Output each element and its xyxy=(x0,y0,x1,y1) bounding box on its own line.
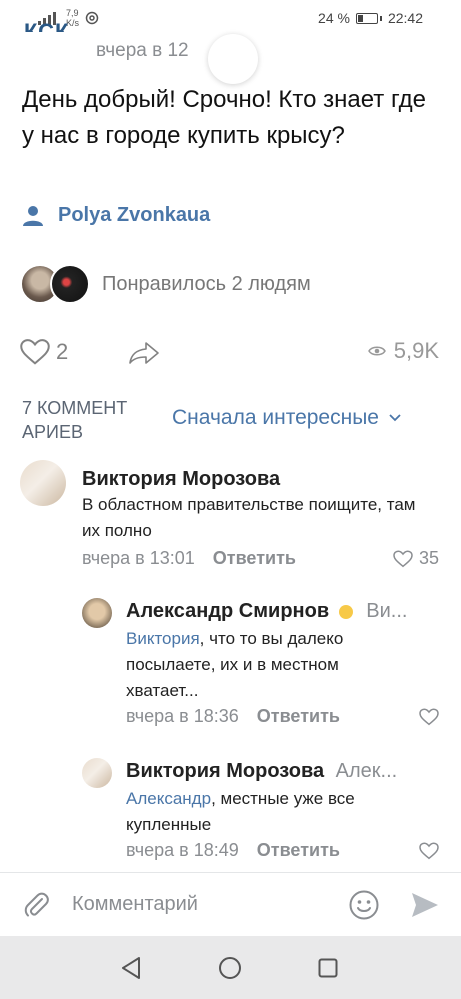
comment-meta: вчера в 13:01 Ответить xyxy=(82,548,296,569)
comment-like-button[interactable] xyxy=(419,842,439,860)
comment-time: вчера в 18:36 xyxy=(126,706,239,726)
reply-button[interactable]: Ответить xyxy=(257,706,340,727)
comment-author[interactable]: Александр Смирнов Ви... xyxy=(126,600,441,623)
avatar[interactable] xyxy=(82,598,112,628)
comment-author-name: Виктория Морозова xyxy=(126,760,325,782)
comment-composer: Комментарий xyxy=(0,872,461,935)
post-text: День добрый! Срочно! Кто знает где у нас… xyxy=(22,86,426,149)
liked-by-text: Понравилось 2 людям xyxy=(102,272,311,295)
post-signature[interactable]: Polya Zvonkaua xyxy=(22,204,210,227)
comment-meta: вчера в 18:49 Ответить xyxy=(126,840,340,861)
smile-icon xyxy=(338,604,353,619)
heart-icon xyxy=(419,708,439,726)
sort-dropdown[interactable]: Сначала интересные xyxy=(172,406,401,430)
heart-icon xyxy=(393,549,413,567)
comment-text: Виктория, что то вы далеко посылаете, их… xyxy=(126,626,396,704)
share-icon xyxy=(129,342,159,364)
views-counter: 5,9K xyxy=(367,338,439,364)
clock: 22:42 xyxy=(387,10,423,26)
views-count: 5,9K xyxy=(393,338,439,363)
liked-by-row[interactable]: Понравилось 2 людям xyxy=(20,264,311,304)
comment-author[interactable]: Виктория Морозова Алек... xyxy=(126,760,441,783)
comment-meta: вчера в 18:36 Ответить xyxy=(126,706,340,727)
comment-author-name: Александр Смирнов xyxy=(126,600,330,622)
like-button[interactable]: 2 xyxy=(20,338,68,366)
liker-avatar-2 xyxy=(50,264,90,304)
signature-name: Polya Zvonkaua xyxy=(58,204,211,226)
comment-text: В областном правительстве поищите, там и… xyxy=(82,492,427,544)
comment-time: вчера в 18:49 xyxy=(126,840,239,860)
post-time: вчера в 12 xyxy=(96,40,189,61)
scroll-button[interactable] xyxy=(208,34,258,84)
system-nav-bar xyxy=(0,936,461,999)
like-count: 2 xyxy=(56,339,69,364)
reply-to-name: Алек... xyxy=(335,760,398,782)
mention-link[interactable]: Виктория xyxy=(126,629,200,648)
post-author-name[interactable]: КСК xyxy=(24,18,69,32)
recents-icon[interactable] xyxy=(318,958,338,978)
emoji-icon[interactable] xyxy=(348,889,380,921)
reply-button[interactable]: Ответить xyxy=(213,548,296,569)
heart-icon xyxy=(20,339,50,365)
send-icon[interactable] xyxy=(410,891,440,919)
comment-reply: Виктория Морозова Алек... Александр, мес… xyxy=(0,756,461,866)
status-right: 24 % 22:42 xyxy=(318,10,423,26)
share-button[interactable] xyxy=(128,340,160,371)
chevron-down-icon xyxy=(389,414,401,422)
at-icon xyxy=(85,11,99,25)
reply-button[interactable]: Ответить xyxy=(257,840,340,861)
comment-input[interactable]: Комментарий xyxy=(72,893,198,916)
avatar[interactable] xyxy=(20,460,66,506)
comment: Виктория Морозова В областном правительс… xyxy=(0,460,461,570)
comments-count: 7 КОММЕНТ АРИЕВ xyxy=(22,398,128,442)
comment-like-count: 35 xyxy=(418,548,439,568)
back-icon[interactable] xyxy=(120,956,142,980)
home-icon[interactable] xyxy=(218,956,242,980)
comment-text: Александр, местные уже все купленные xyxy=(126,786,406,838)
avatar[interactable] xyxy=(82,758,112,788)
battery-tip xyxy=(379,15,382,21)
battery-percent: 24 % xyxy=(318,10,350,26)
user-icon xyxy=(23,205,43,226)
heart-icon xyxy=(419,842,439,860)
post-actions: 2 5,9K xyxy=(0,338,461,374)
sort-label: Сначала интересные xyxy=(172,406,379,429)
comment-like-button[interactable] xyxy=(419,708,439,726)
battery-icon xyxy=(355,12,378,24)
comment-time: вчера в 13:01 xyxy=(82,548,195,568)
comment-body: В областном правительстве поищите, там и… xyxy=(82,495,416,540)
eye-icon xyxy=(367,346,386,356)
comment-author[interactable]: Виктория Морозова xyxy=(82,468,280,491)
reply-to-name: Ви... xyxy=(366,600,408,622)
comment-like-button[interactable]: 35 xyxy=(393,548,439,569)
net-speed: 7,9 xyxy=(66,8,79,18)
comment-reply: Александр Смирнов Ви... Виктория, что то… xyxy=(0,596,461,736)
paperclip-icon[interactable] xyxy=(22,891,50,919)
mention-link[interactable]: Александр xyxy=(126,789,211,808)
